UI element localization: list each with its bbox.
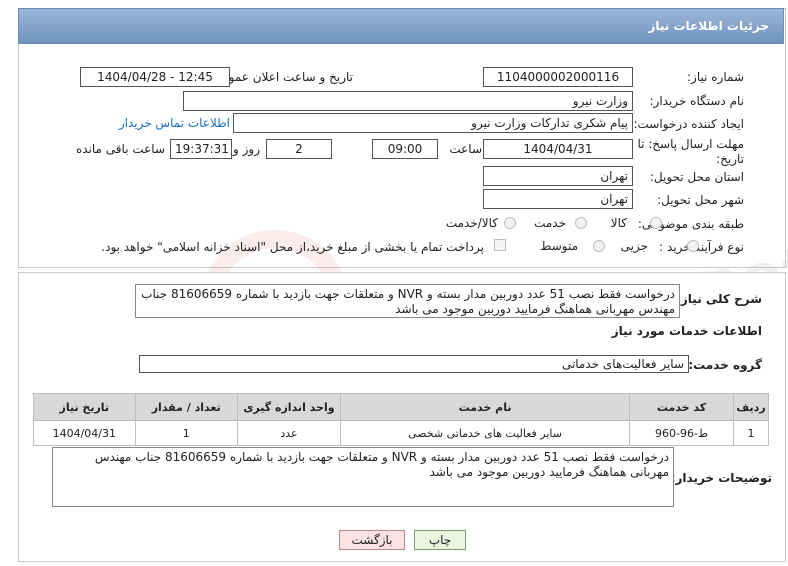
buyer-contact-link[interactable]: اطلاعات تماس خریدار (119, 116, 230, 130)
cell-row: 1 (733, 420, 769, 446)
print-button[interactable]: چاپ (414, 530, 466, 550)
process-minor-label: جزیی (620, 239, 648, 253)
buyer-notes-label: توضیحات خریدار: (670, 471, 772, 485)
panel-title: جزئیات اطلاعات نیاز (648, 19, 769, 33)
remaining-label: ساعت باقی مانده (75, 142, 165, 156)
category-both-label: کالا/خدمت (445, 216, 498, 230)
buyer-notes-text: درخواست فقط نصب 51 عدد دوربین مدار بسته … (52, 447, 674, 507)
days-field: 2 (266, 139, 332, 159)
col-row: ردیف (733, 393, 769, 421)
city-field: تهران (483, 189, 633, 209)
panel-header: جزئیات اطلاعات نیاز (18, 8, 784, 44)
creator-label: ایجاد کننده درخواست: (633, 117, 744, 131)
summary-label: شرح کلی نیاز: (676, 292, 762, 306)
category-goods-label: کالا (610, 216, 627, 230)
province-field: تهران (483, 166, 633, 186)
process-label: نوع فرآیند خرید : (659, 240, 744, 254)
city-label: شهر محل تحویل: (657, 193, 744, 207)
process-minor-radio[interactable] (687, 240, 699, 252)
category-service-radio[interactable] (575, 217, 587, 229)
need-number-field: 1104000002000116 (483, 67, 633, 87)
services-title: اطلاعات خدمات مورد نیاز (611, 324, 762, 338)
deadline-time-field: 09:00 (372, 139, 438, 159)
deadline-label: مهلت ارسال پاسخ: تا تاریخ: (624, 137, 744, 167)
announce-field: 1404/04/28 - 12:45 (80, 67, 230, 87)
cell-qty: 1 (134, 420, 238, 446)
cell-service-code: ط-96-960 (628, 420, 735, 446)
back-button[interactable]: بازگشت (339, 530, 405, 550)
cell-service-name: سایر فعالیت های خدماتی شخصی (340, 420, 630, 446)
creator-field: پیام شکری تدارکات وزارت نیرو (233, 113, 633, 133)
category-both-radio[interactable] (504, 217, 516, 229)
buyer-org-label: نام دستگاه خریدار: (649, 94, 745, 108)
treasury-checkbox[interactable] (494, 239, 506, 251)
category-goods-radio[interactable] (650, 217, 662, 229)
deadline-label-text: مهلت ارسال پاسخ: تا تاریخ: (637, 137, 744, 166)
need-number-label: شماره نیاز: (687, 70, 744, 84)
cell-unit: عدد (236, 420, 342, 446)
col-unit: واحد اندازه گیری (236, 393, 342, 421)
deadline-date-field: 1404/04/31 (483, 139, 633, 159)
col-service-code: کد خدمت (628, 393, 735, 421)
col-date: تاریخ نیاز (33, 393, 136, 421)
category-service-label: خدمت (534, 216, 566, 230)
col-qty: تعداد / مقدار (134, 393, 238, 421)
service-group-field: سایر فعالیت‌های خدماتی (139, 355, 689, 373)
summary-text: درخواست فقط نصب 51 عدد دوربین مدار بسته … (135, 284, 680, 318)
buyer-org-field: وزارت نیرو (183, 91, 633, 111)
table-row: 1404/04/31 1 عدد سایر فعالیت های خدماتی … (33, 420, 769, 446)
service-group-label: گروه خدمت: (688, 358, 762, 372)
services-table: تاریخ نیاز تعداد / مقدار واحد اندازه گیر… (33, 393, 769, 446)
days-label: روز و (233, 142, 260, 156)
remaining-time-field: 19:37:31 (170, 139, 232, 159)
col-service-name: نام خدمت (340, 393, 630, 421)
process-medium-label: متوسط (540, 239, 578, 253)
payment-note: پرداخت تمام یا بخشی از مبلغ خرید،از محل … (101, 240, 484, 254)
province-label: استان محل تحویل: (649, 170, 744, 184)
deadline-time-label: ساعت (449, 142, 482, 156)
process-medium-radio[interactable] (593, 240, 605, 252)
cell-date: 1404/04/31 (33, 420, 136, 446)
table-header-row: تاریخ نیاز تعداد / مقدار واحد اندازه گیر… (33, 393, 769, 421)
